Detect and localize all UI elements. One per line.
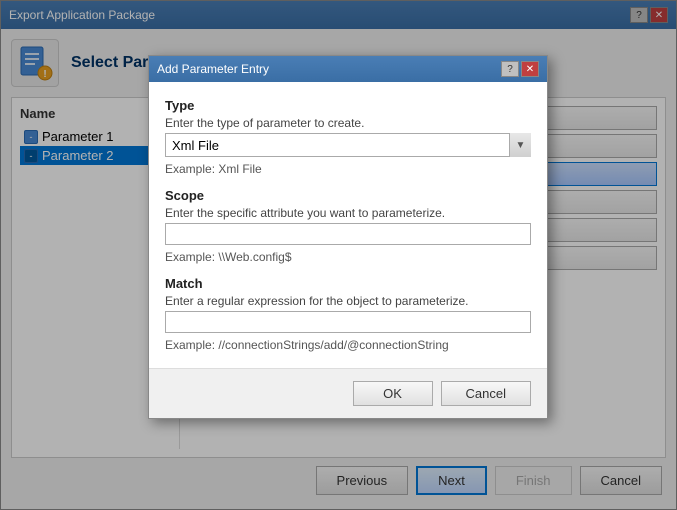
add-parameter-dialog: Add Parameter Entry ? ✕ Type Enter the t…	[148, 55, 548, 419]
match-label: Match	[165, 276, 531, 291]
type-desc: Enter the type of parameter to create.	[165, 116, 531, 130]
type-label: Type	[165, 98, 531, 113]
type-select[interactable]: Xml File Sql Connection String Plain Tex…	[165, 133, 531, 157]
scope-field-group: Scope Enter the specific attribute you w…	[165, 188, 531, 264]
dialog-cancel-button[interactable]: Cancel	[441, 381, 531, 406]
match-desc: Enter a regular expression for the objec…	[165, 294, 531, 308]
dialog-controls: ? ✕	[501, 61, 539, 77]
scope-input[interactable]	[165, 223, 531, 245]
dialog-ok-button[interactable]: OK	[353, 381, 433, 406]
scope-example: Example: \\Web.config$	[165, 250, 531, 264]
type-example: Example: Xml File	[165, 162, 531, 176]
scope-label: Scope	[165, 188, 531, 203]
match-field-group: Match Enter a regular expression for the…	[165, 276, 531, 352]
dialog-footer: OK Cancel	[149, 368, 547, 418]
match-example: Example: //connectionStrings/add/@connec…	[165, 338, 531, 352]
type-field-group: Type Enter the type of parameter to crea…	[165, 98, 531, 176]
match-input[interactable]	[165, 311, 531, 333]
dialog-title: Add Parameter Entry	[157, 62, 269, 76]
type-select-wrapper: Xml File Sql Connection String Plain Tex…	[165, 133, 531, 157]
dialog-help-button[interactable]: ?	[501, 61, 519, 77]
dialog-body: Type Enter the type of parameter to crea…	[149, 82, 547, 368]
scope-desc: Enter the specific attribute you want to…	[165, 206, 531, 220]
dialog-titlebar: Add Parameter Entry ? ✕	[149, 56, 547, 82]
dialog-close-button[interactable]: ✕	[521, 61, 539, 77]
